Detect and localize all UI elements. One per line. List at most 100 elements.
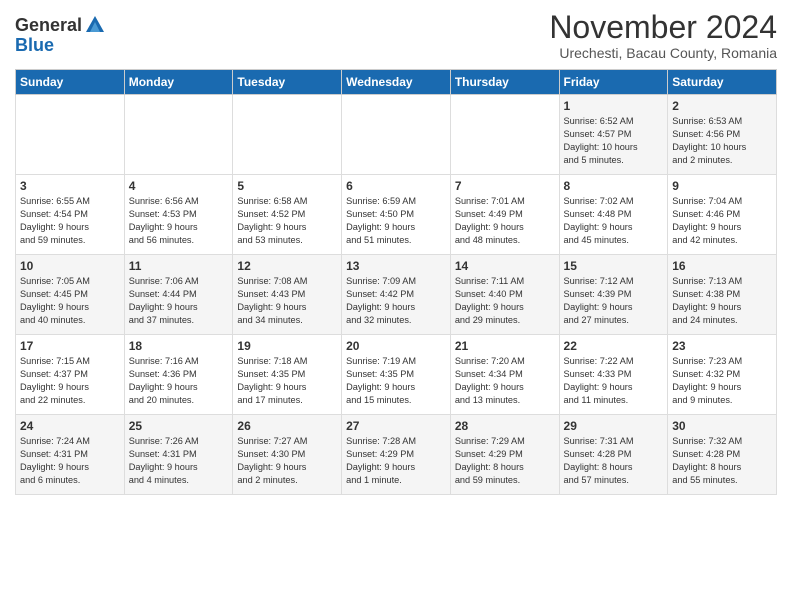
day-number: 5 [237,179,337,193]
calendar-cell-w0-d4 [450,95,559,175]
day-info: Sunrise: 7:22 AM Sunset: 4:33 PM Dayligh… [564,355,664,407]
day-number: 26 [237,419,337,433]
calendar-cell-w0-d0 [16,95,125,175]
day-info: Sunrise: 7:28 AM Sunset: 4:29 PM Dayligh… [346,435,446,487]
calendar-cell-w0-d5: 1 Sunrise: 6:52 AM Sunset: 4:57 PM Daylig… [559,95,668,175]
calendar-cell-w3-d0: 17 Sunrise: 7:15 AM Sunset: 4:37 PM Dayli… [16,335,125,415]
calendar-cell-w3-d3: 20 Sunrise: 7:19 AM Sunset: 4:35 PM Dayli… [342,335,451,415]
calendar-header-row: Sunday Monday Tuesday Wednesday Thursday… [16,70,777,95]
day-number: 8 [564,179,664,193]
day-info: Sunrise: 7:23 AM Sunset: 4:32 PM Dayligh… [672,355,772,407]
day-info: Sunrise: 7:01 AM Sunset: 4:49 PM Dayligh… [455,195,555,247]
day-number: 22 [564,339,664,353]
day-number: 9 [672,179,772,193]
calendar-cell-w1-d2: 5 Sunrise: 6:58 AM Sunset: 4:52 PM Daylig… [233,175,342,255]
calendar-table: Sunday Monday Tuesday Wednesday Thursday… [15,69,777,495]
col-saturday: Saturday [668,70,777,95]
day-number: 19 [237,339,337,353]
day-info: Sunrise: 6:53 AM Sunset: 4:56 PM Dayligh… [672,115,772,167]
logo: General Blue [15,14,106,56]
day-number: 28 [455,419,555,433]
calendar-cell-w4-d3: 27 Sunrise: 7:28 AM Sunset: 4:29 PM Dayli… [342,415,451,495]
logo-general-text: General [15,16,82,34]
day-info: Sunrise: 7:04 AM Sunset: 4:46 PM Dayligh… [672,195,772,247]
calendar-week-1: 3 Sunrise: 6:55 AM Sunset: 4:54 PM Daylig… [16,175,777,255]
calendar-cell-w1-d3: 6Sunrise: 6:59 AM Sunset: 4:50 PM Daylig… [342,175,451,255]
day-info: Sunrise: 7:08 AM Sunset: 4:43 PM Dayligh… [237,275,337,327]
calendar-cell-w4-d4: 28 Sunrise: 7:29 AM Sunset: 4:29 PM Dayli… [450,415,559,495]
calendar-week-4: 24 Sunrise: 7:24 AM Sunset: 4:31 PM Dayli… [16,415,777,495]
calendar-cell-w3-d6: 23 Sunrise: 7:23 AM Sunset: 4:32 PM Dayli… [668,335,777,415]
day-number: 18 [129,339,229,353]
col-thursday: Thursday [450,70,559,95]
calendar-cell-w3-d5: 22 Sunrise: 7:22 AM Sunset: 4:33 PM Dayli… [559,335,668,415]
day-number: 2 [672,99,772,113]
calendar-cell-w4-d6: 30Sunrise: 7:32 AM Sunset: 4:28 PM Dayli… [668,415,777,495]
calendar-cell-w2-d4: 14 Sunrise: 7:11 AM Sunset: 4:40 PM Dayli… [450,255,559,335]
col-monday: Monday [124,70,233,95]
day-number: 24 [20,419,120,433]
day-info: Sunrise: 7:06 AM Sunset: 4:44 PM Dayligh… [129,275,229,327]
calendar-cell-w0-d1 [124,95,233,175]
day-info: Sunrise: 7:18 AM Sunset: 4:35 PM Dayligh… [237,355,337,407]
day-number: 29 [564,419,664,433]
day-info: Sunrise: 7:16 AM Sunset: 4:36 PM Dayligh… [129,355,229,407]
header: General Blue November 2024 Urechesti, Ba… [15,10,777,61]
day-info: Sunrise: 7:19 AM Sunset: 4:35 PM Dayligh… [346,355,446,407]
day-info: Sunrise: 7:32 AM Sunset: 4:28 PM Dayligh… [672,435,772,487]
day-number: 10 [20,259,120,273]
calendar-cell-w2-d3: 13 Sunrise: 7:09 AM Sunset: 4:42 PM Dayli… [342,255,451,335]
day-number: 12 [237,259,337,273]
logo-blue-text: Blue [15,35,54,55]
day-number: 4 [129,179,229,193]
day-number: 1 [564,99,664,113]
day-number: 16 [672,259,772,273]
day-number: 7 [455,179,555,193]
day-info: Sunrise: 7:15 AM Sunset: 4:37 PM Dayligh… [20,355,120,407]
calendar-cell-w2-d0: 10Sunrise: 7:05 AM Sunset: 4:45 PM Dayli… [16,255,125,335]
col-sunday: Sunday [16,70,125,95]
calendar-cell-w2-d6: 16Sunrise: 7:13 AM Sunset: 4:38 PM Dayli… [668,255,777,335]
calendar-cell-w2-d5: 15Sunrise: 7:12 AM Sunset: 4:39 PM Dayli… [559,255,668,335]
day-number: 27 [346,419,446,433]
day-info: Sunrise: 6:58 AM Sunset: 4:52 PM Dayligh… [237,195,337,247]
day-number: 25 [129,419,229,433]
day-info: Sunrise: 6:55 AM Sunset: 4:54 PM Dayligh… [20,195,120,247]
main-container: General Blue November 2024 Urechesti, Ba… [0,0,792,505]
col-friday: Friday [559,70,668,95]
day-number: 23 [672,339,772,353]
day-info: Sunrise: 7:27 AM Sunset: 4:30 PM Dayligh… [237,435,337,487]
calendar-cell-w0-d2 [233,95,342,175]
day-info: Sunrise: 7:12 AM Sunset: 4:39 PM Dayligh… [564,275,664,327]
day-number: 21 [455,339,555,353]
calendar-cell-w3-d4: 21 Sunrise: 7:20 AM Sunset: 4:34 PM Dayli… [450,335,559,415]
day-info: Sunrise: 7:02 AM Sunset: 4:48 PM Dayligh… [564,195,664,247]
calendar-week-3: 17 Sunrise: 7:15 AM Sunset: 4:37 PM Dayli… [16,335,777,415]
day-info: Sunrise: 6:56 AM Sunset: 4:53 PM Dayligh… [129,195,229,247]
calendar-cell-w1-d6: 9 Sunrise: 7:04 AM Sunset: 4:46 PM Daylig… [668,175,777,255]
day-info: Sunrise: 7:24 AM Sunset: 4:31 PM Dayligh… [20,435,120,487]
day-number: 3 [20,179,120,193]
day-info: Sunrise: 7:31 AM Sunset: 4:28 PM Dayligh… [564,435,664,487]
calendar-cell-w0-d3 [342,95,451,175]
day-number: 13 [346,259,446,273]
day-number: 17 [20,339,120,353]
day-info: Sunrise: 7:09 AM Sunset: 4:42 PM Dayligh… [346,275,446,327]
col-tuesday: Tuesday [233,70,342,95]
calendar-cell-w3-d2: 19 Sunrise: 7:18 AM Sunset: 4:35 PM Dayli… [233,335,342,415]
day-info: Sunrise: 7:11 AM Sunset: 4:40 PM Dayligh… [455,275,555,327]
day-info: Sunrise: 7:26 AM Sunset: 4:31 PM Dayligh… [129,435,229,487]
title-area: November 2024 Urechesti, Bacau County, R… [549,10,777,61]
day-number: 14 [455,259,555,273]
calendar-cell-w4-d2: 26 Sunrise: 7:27 AM Sunset: 4:30 PM Dayli… [233,415,342,495]
day-number: 20 [346,339,446,353]
calendar-cell-w4-d1: 25 Sunrise: 7:26 AM Sunset: 4:31 PM Dayli… [124,415,233,495]
day-info: Sunrise: 7:29 AM Sunset: 4:29 PM Dayligh… [455,435,555,487]
calendar-cell-w1-d1: 4 Sunrise: 6:56 AM Sunset: 4:53 PM Daylig… [124,175,233,255]
col-wednesday: Wednesday [342,70,451,95]
calendar-cell-w1-d4: 7 Sunrise: 7:01 AM Sunset: 4:49 PM Daylig… [450,175,559,255]
day-info: Sunrise: 6:52 AM Sunset: 4:57 PM Dayligh… [564,115,664,167]
day-info: Sunrise: 6:59 AM Sunset: 4:50 PM Dayligh… [346,195,446,247]
calendar-cell-w1-d5: 8 Sunrise: 7:02 AM Sunset: 4:48 PM Daylig… [559,175,668,255]
day-info: Sunrise: 7:20 AM Sunset: 4:34 PM Dayligh… [455,355,555,407]
